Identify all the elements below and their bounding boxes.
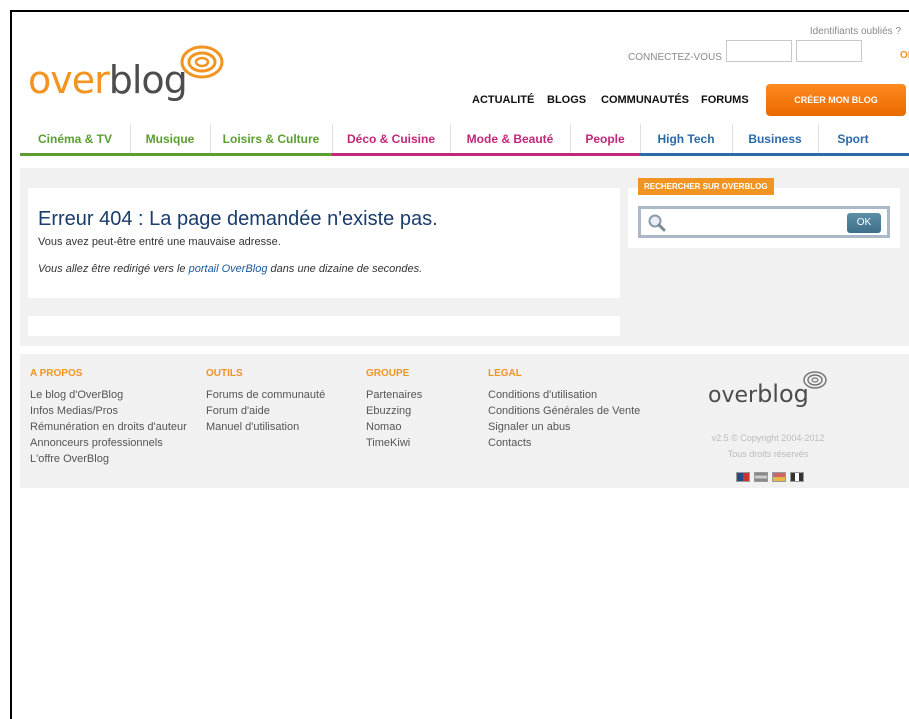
redirect-after: dans une dizaine de secondes. <box>267 263 423 275</box>
footer-link[interactable]: Partenaires <box>366 387 422 403</box>
category-mode[interactable]: Mode & Beauté <box>450 124 571 154</box>
footer-link[interactable]: Rémunération en droits d'auteur <box>30 419 187 435</box>
search-input[interactable]: OK <box>638 206 890 238</box>
footer-heading: LEGAL <box>488 368 522 379</box>
category-business[interactable]: Business <box>732 124 819 154</box>
flag-de-icon[interactable] <box>754 472 768 482</box>
search-ok-button[interactable]: OK <box>847 213 881 233</box>
error-title: Erreur 404 : La page demandée n'existe p… <box>38 208 438 230</box>
search-tag: RECHERCHER SUR OVERBLOG <box>638 178 774 195</box>
category-bar: Cinéma & TV Musique Loisirs & Culture Dé… <box>20 124 909 156</box>
footer-link[interactable]: Conditions Générales de Vente <box>488 403 640 419</box>
footer-heading: GROUPE <box>366 368 410 379</box>
category-loisirs[interactable]: Loisirs & Culture <box>210 124 333 154</box>
swirl-icon <box>180 45 224 79</box>
error-subtitle: Vous avez peut-être entré une mauvaise a… <box>38 236 281 248</box>
footer-rights: Tous droits réservés <box>727 449 809 459</box>
redirect-before: Vous allez être redirigé vers le <box>38 263 189 275</box>
footer-col-groupe: GROUPE Partenaires Ebuzzing Nomao TimeKi… <box>366 368 422 451</box>
footer-logo-text: overblog <box>708 380 809 408</box>
login-ok-button[interactable]: OK <box>900 50 909 61</box>
logo-text: overblog <box>28 58 188 102</box>
logo-over: over <box>28 58 110 102</box>
footer-link[interactable]: Nomao <box>366 419 422 435</box>
connect-label: CONNECTEZ-VOUS <box>628 52 722 63</box>
flag-uk-icon[interactable] <box>736 472 750 482</box>
footer-logo-over: over <box>708 383 758 408</box>
footer-col-outils: OUTILS Forums de communauté Forum d'aide… <box>206 368 325 435</box>
error-redirect-text: Vous allez être redirigé vers le portail… <box>38 263 422 275</box>
page: overblog Identifiants oubliés ? CONNECTE… <box>20 12 909 719</box>
create-blog-button[interactable]: CRÉER MON BLOG <box>766 84 906 116</box>
category-cinema[interactable]: Cinéma & TV <box>20 124 131 154</box>
language-flags <box>736 472 804 482</box>
footer-link[interactable]: TimeKiwi <box>366 435 422 451</box>
footer-link[interactable]: Annonceurs professionnels <box>30 435 187 451</box>
login-password-input[interactable] <box>796 40 862 62</box>
category-people[interactable]: People <box>570 124 641 154</box>
nav-forums[interactable]: FORUMS <box>701 94 749 106</box>
footer-link[interactable]: Signaler un abus <box>488 419 640 435</box>
footer-link[interactable]: Forum d'aide <box>206 403 325 419</box>
footer-link[interactable]: Manuel d'utilisation <box>206 419 325 435</box>
nav-communautes[interactable]: COMMUNAUTÉS <box>601 94 689 106</box>
category-hightech[interactable]: High Tech <box>640 124 733 154</box>
category-sport[interactable]: Sport <box>818 124 888 154</box>
login-username-input[interactable] <box>726 40 792 62</box>
footer-link[interactable]: Infos Medias/Pros <box>30 403 187 419</box>
forgot-credentials-link[interactable]: Identifiants oubliés ? <box>810 26 901 37</box>
logo-blog: blog <box>108 58 188 102</box>
footer-col-apropos: A PROPOS Le blog d'OverBlog Infos Medias… <box>30 368 187 467</box>
flag-es-icon[interactable] <box>772 472 786 482</box>
error-box: Erreur 404 : La page demandée n'existe p… <box>28 188 620 298</box>
footer-link[interactable]: Forums de communauté <box>206 387 325 403</box>
content-strip <box>28 316 620 336</box>
browser-frame: overblog Identifiants oubliés ? CONNECTE… <box>10 10 909 719</box>
nav-actualite[interactable]: ACTUALITÉ <box>472 94 534 106</box>
category-deco[interactable]: Déco & Cuisine <box>332 124 451 154</box>
footer-link[interactable]: Ebuzzing <box>366 403 422 419</box>
category-line-blue <box>640 153 909 156</box>
search-panel: RECHERCHER SUR OVERBLOG OK <box>628 178 900 248</box>
footer-version: v2.5 © Copyright 2004-2012 <box>711 433 825 443</box>
category-line-pink <box>332 153 640 156</box>
footer-col-legal: LEGAL Conditions d'utilisation Condition… <box>488 368 640 451</box>
nav-blogs[interactable]: BLOGS <box>547 94 586 106</box>
footer-link[interactable]: Contacts <box>488 435 640 451</box>
footer-copyright: v2.5 © Copyright 2004-2012 Tous droits r… <box>698 430 838 462</box>
footer-link[interactable]: Conditions d'utilisation <box>488 387 640 403</box>
category-line-green <box>20 153 332 156</box>
footer-heading: A PROPOS <box>30 368 83 379</box>
magnifier-icon <box>648 214 666 232</box>
portal-link[interactable]: portail OverBlog <box>189 263 268 275</box>
footer-link[interactable]: Le blog d'OverBlog <box>30 387 187 403</box>
footer: A PROPOS Le blog d'OverBlog Infos Medias… <box>20 354 909 488</box>
footer-link[interactable]: L'offre OverBlog <box>30 451 187 467</box>
flag-fr-icon[interactable] <box>790 472 804 482</box>
footer-heading: OUTILS <box>206 368 243 379</box>
footer-swirl-icon <box>803 371 827 389</box>
category-musique[interactable]: Musique <box>130 124 211 154</box>
